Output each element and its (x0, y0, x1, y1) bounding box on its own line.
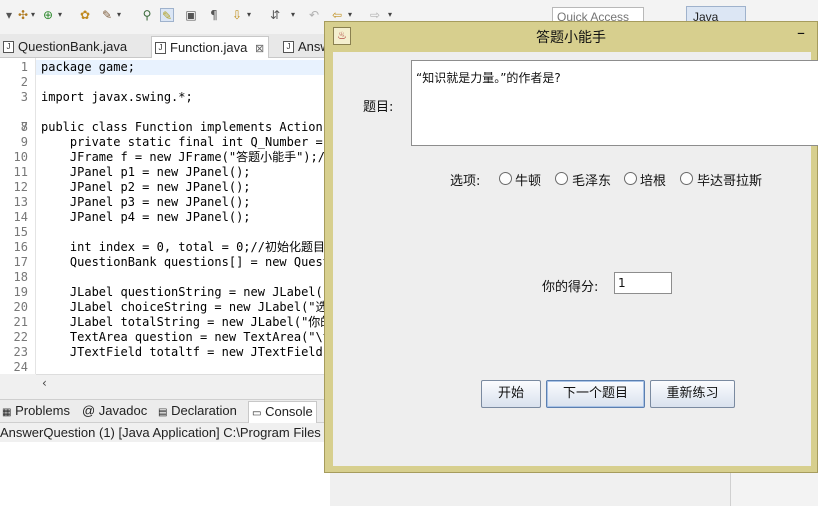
scroll-left-icon[interactable]: ‹ (42, 376, 47, 390)
next-annotation-icon[interactable]: ⇩ (230, 8, 244, 22)
search-icon[interactable]: ⚲ (140, 8, 154, 22)
choice-text[interactable]: 毛泽东 (572, 170, 611, 189)
tab-javadoc[interactable]: @ Javadoc (82, 403, 147, 418)
radio-choice-4[interactable] (680, 172, 693, 185)
console-icon: ▭ (252, 408, 262, 419)
minimize-button[interactable]: – (791, 24, 811, 44)
score-label: 你的得分: (542, 280, 599, 295)
new-package-icon[interactable]: ✣ (16, 8, 30, 22)
problems-icon: ▦ (2, 407, 12, 418)
tab-questionbank[interactable]: J QuestionBank.java (0, 36, 131, 58)
dropdown-arrow-icon[interactable]: ▾ (247, 10, 255, 20)
block-icon[interactable]: ▣ (184, 8, 198, 22)
declaration-icon: ▤ (158, 407, 168, 418)
next-question-button[interactable]: 下一个题目 (546, 380, 645, 408)
run-tool-icon[interactable]: ✎ (100, 8, 114, 22)
forward-icon[interactable]: ⇨ (368, 8, 382, 22)
tab-problems[interactable]: ▦ Problems (2, 403, 70, 418)
choice-text[interactable]: 毕达哥拉斯 (697, 170, 762, 189)
highlight-icon[interactable]: ✎ (160, 8, 174, 23)
tab-label: Function.java (170, 40, 248, 55)
views-tab-bar: ▦ Problems @ Javadoc ▤ Declaration ▭ Con… (0, 399, 330, 423)
open-type-icon[interactable]: ✿ (78, 8, 92, 22)
tab-label: QuestionBank.java (18, 39, 128, 54)
new-class-icon[interactable]: ⊕ (41, 8, 55, 22)
window-content: 题目: “知识就是力量。”的作者是? 选项: 牛顿 毛泽东 培根 毕达哥拉斯 你… (333, 52, 818, 466)
choice-label: 选项: (450, 174, 481, 189)
dropdown-arrow-icon[interactable]: ▾ (291, 10, 299, 20)
question-textarea[interactable]: “知识就是力量。”的作者是? (411, 60, 818, 146)
editor-tab-bar: J QuestionBank.java J Function.java ⊠ J … (0, 34, 330, 58)
tab-declaration[interactable]: ▤ Declaration (158, 403, 237, 418)
question-label: 题目: (363, 100, 394, 115)
tab-function[interactable]: J Function.java ⊠ (151, 36, 270, 58)
menu-arrow-icon[interactable]: ▾ (2, 8, 16, 22)
horizontal-scrollbar[interactable]: ‹ (36, 374, 330, 390)
dropdown-arrow-icon[interactable]: ▾ (348, 10, 356, 20)
restart-button[interactable]: 重新练习 (650, 380, 735, 408)
choice-text[interactable]: 培根 (640, 170, 666, 189)
console-output[interactable] (0, 442, 330, 506)
prev-annotation-icon[interactable]: ⇵ (268, 8, 282, 22)
radio-choice-1[interactable] (499, 172, 512, 185)
show-whitespace-icon[interactable]: ¶ (207, 8, 221, 22)
java-file-icon: J (155, 42, 166, 54)
radio-choice-3[interactable] (624, 172, 637, 185)
dropdown-arrow-icon[interactable]: ▾ (31, 10, 39, 20)
last-edit-icon[interactable]: ↶ (307, 8, 321, 22)
score-field[interactable] (614, 272, 672, 294)
java-file-icon: J (3, 41, 14, 53)
window-titlebar[interactable]: ♨ 答题小能手 – (325, 22, 817, 50)
code-editor[interactable]: 1 package game; 2 3 import javax.swing.*; … (0, 58, 330, 374)
console-status: AnswerQuestion (1) [Java Application] C:… (0, 425, 330, 440)
dropdown-arrow-icon[interactable]: ▾ (388, 10, 396, 20)
window-title: 答题小能手 (536, 30, 606, 46)
dropdown-arrow-icon[interactable]: ▾ (58, 10, 66, 20)
quiz-window: ♨ 答题小能手 – 题目: “知识就是力量。”的作者是? 选项: 牛顿 毛泽东 … (324, 21, 818, 473)
close-icon[interactable]: ⊠ (255, 43, 264, 55)
back-icon[interactable]: ⇦ (330, 8, 344, 22)
radio-choice-2[interactable] (555, 172, 568, 185)
java-file-icon: J (283, 41, 294, 53)
start-button[interactable]: 开始 (481, 380, 541, 408)
tab-console[interactable]: ▭ Console (248, 401, 317, 423)
choice-text[interactable]: 牛顿 (515, 170, 541, 189)
dropdown-arrow-icon[interactable]: ▾ (117, 10, 125, 20)
